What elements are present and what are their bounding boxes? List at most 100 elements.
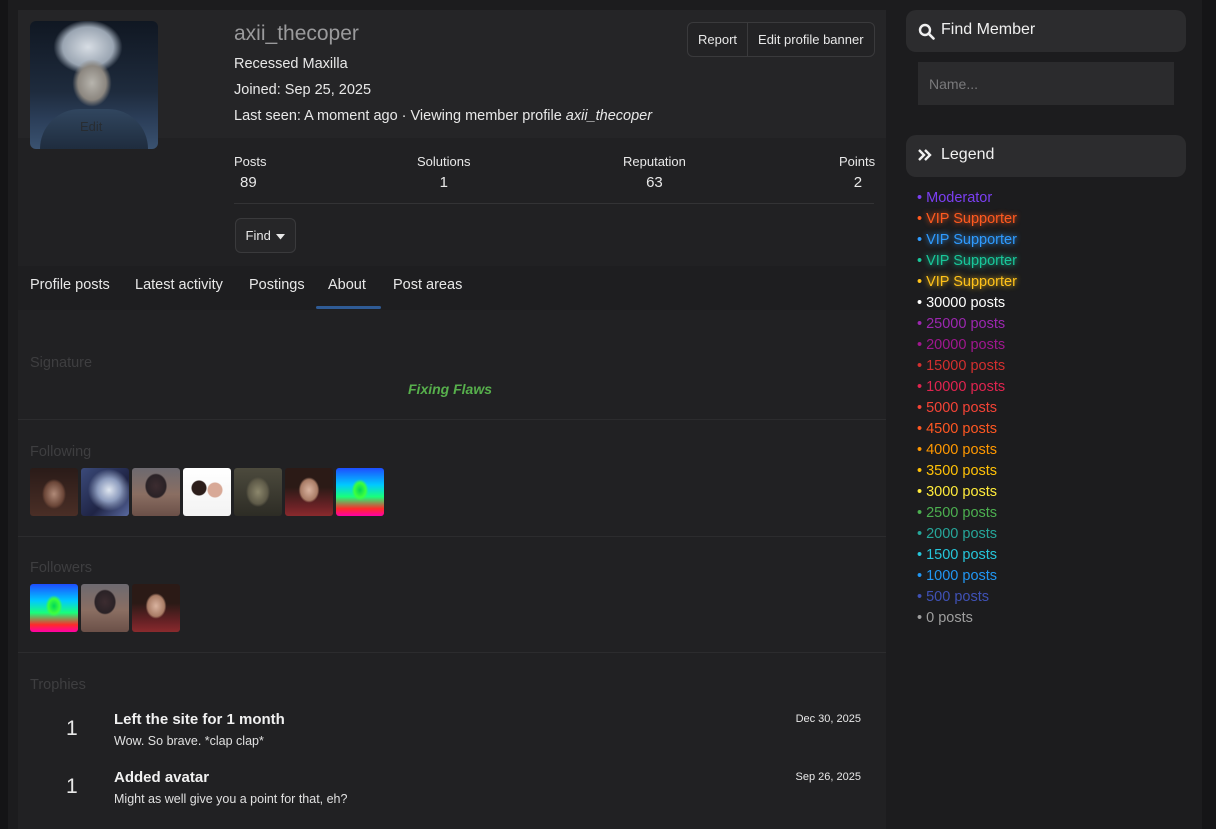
- search-icon: [918, 23, 935, 40]
- section-divider: [18, 536, 886, 537]
- legend-bullet: •: [917, 505, 927, 521]
- legend-bullet: •: [917, 337, 927, 353]
- legend-label: 0 posts: [926, 610, 973, 626]
- legend-item: • 20000 posts: [917, 335, 1017, 356]
- following-label: Following: [30, 444, 92, 460]
- stat-points[interactable]: Points 2: [839, 154, 875, 191]
- legend-item: • 30000 posts: [917, 293, 1017, 314]
- stat-solutions[interactable]: Solutions 1: [417, 154, 470, 191]
- legend-label: 15000 posts: [926, 358, 1006, 374]
- legend-label: 2500 posts: [926, 505, 998, 521]
- tab-latest-activity[interactable]: Latest activity: [135, 277, 223, 293]
- legend-bullet: •: [917, 568, 927, 584]
- follower-avatar[interactable]: [132, 584, 180, 632]
- legend-bullet: •: [917, 358, 927, 374]
- stat-posts[interactable]: Posts 89: [234, 154, 267, 191]
- profile-tabs: Profile posts Latest activity Postings A…: [18, 266, 886, 310]
- legend-label: 3000 posts: [926, 484, 998, 500]
- legend-bullet: •: [917, 589, 927, 605]
- legend-label: 10000 posts: [926, 379, 1006, 395]
- stat-label: Points: [839, 154, 876, 169]
- group-legend-list: • Moderator • VIP Supporter • VIP Supporte…: [917, 188, 1017, 629]
- trophy-points: 1: [66, 775, 78, 798]
- legend-label: 5000 posts: [926, 400, 998, 416]
- tab-about[interactable]: About: [328, 277, 366, 293]
- legend-bullet: •: [917, 190, 927, 206]
- member-stats: Posts 89 Solutions 1 Reputation 63 Point…: [234, 154, 875, 204]
- legend-bullet: •: [917, 400, 927, 416]
- legend-item: • 25000 posts: [917, 314, 1017, 335]
- stat-label: Posts: [234, 154, 267, 169]
- legend-label: 1500 posts: [926, 547, 998, 563]
- legend-bullet: •: [917, 295, 927, 311]
- legend-item: • VIP Supporter: [917, 230, 1017, 251]
- following-avatar[interactable]: [30, 468, 78, 516]
- following-avatar[interactable]: [234, 468, 282, 516]
- legend-bullet: •: [917, 610, 927, 626]
- legend-label: 30000 posts: [926, 295, 1006, 311]
- legend-item: • 3000 posts: [917, 482, 1017, 503]
- profile-action-buttons: Report Edit profile banner: [687, 22, 875, 57]
- trophy-points: 1: [66, 717, 78, 740]
- following-avatar[interactable]: [285, 468, 333, 516]
- stat-value: 89: [240, 174, 257, 191]
- legend-label: 2000 posts: [926, 526, 998, 542]
- legend-item: • VIP Supporter: [917, 251, 1017, 272]
- trophy-date: Sep 26, 2025: [795, 771, 861, 783]
- follower-avatar[interactable]: [81, 584, 129, 632]
- legend-item: • 500 posts: [917, 587, 1017, 608]
- profile-main: Edit axii_thecoper Recessed Maxilla Join…: [18, 10, 886, 829]
- find-label: Find: [245, 228, 271, 243]
- legend-item: • 1000 posts: [917, 566, 1017, 587]
- stat-value: 63: [646, 174, 663, 191]
- signature-text: Fixing Flaws: [408, 381, 493, 397]
- legend-bullet: •: [917, 232, 927, 248]
- caret-down-icon: [276, 233, 286, 240]
- legend-bullet: •: [917, 526, 927, 542]
- legend-bullet: •: [917, 421, 927, 437]
- last-seen: Last seen: A moment ago · Viewing member…: [234, 108, 652, 124]
- edit-profile-banner-button[interactable]: Edit profile banner: [747, 23, 874, 56]
- find-menu-button[interactable]: Find: [235, 218, 296, 253]
- legend-item: • VIP Supporter: [917, 272, 1017, 293]
- page-scrollbar-track[interactable]: [1202, 0, 1216, 829]
- legend-label: VIP Supporter: [926, 211, 1017, 227]
- legend-bullet: •: [917, 253, 927, 269]
- legend-label: Moderator: [926, 190, 993, 206]
- legend-label: 20000 posts: [926, 337, 1006, 353]
- avatar-edit-label[interactable]: Edit: [80, 119, 102, 134]
- trophies-label: Trophies: [30, 677, 86, 693]
- tab-profile-posts[interactable]: Profile posts: [30, 277, 110, 293]
- stat-value: 2: [853, 174, 863, 191]
- last-seen-target: axii_thecoper: [565, 108, 653, 124]
- legend-item: • 0 posts: [917, 608, 1017, 629]
- legend-label: 25000 posts: [926, 316, 1006, 332]
- username: axii_thecoper: [234, 22, 359, 45]
- tab-post-areas[interactable]: Post areas: [393, 277, 462, 293]
- legend-bullet: •: [917, 463, 927, 479]
- legend-bullet: •: [917, 547, 927, 563]
- trophy-date: Dec 30, 2025: [795, 713, 861, 725]
- follower-avatar[interactable]: [30, 584, 78, 632]
- legend-item: • 4500 posts: [917, 419, 1017, 440]
- tab-postings[interactable]: Postings: [249, 277, 305, 293]
- following-avatar[interactable]: [81, 468, 129, 516]
- legend-item: • 2000 posts: [917, 524, 1017, 545]
- double-chevron-right-icon: [918, 149, 932, 161]
- following-avatar[interactable]: [183, 468, 231, 516]
- following-avatar[interactable]: [132, 468, 180, 516]
- user-title: Recessed Maxilla: [234, 56, 348, 72]
- legend-label: 4500 posts: [926, 421, 998, 437]
- last-seen-text: Last seen: A moment ago · Viewing member…: [234, 108, 566, 124]
- trophy-title: Added avatar: [114, 769, 210, 786]
- report-button[interactable]: Report: [688, 23, 747, 56]
- legend-label: VIP Supporter: [926, 274, 1017, 290]
- stat-reputation[interactable]: Reputation 63: [623, 154, 686, 191]
- legend-bullet: •: [917, 274, 927, 290]
- legend-bullet: •: [917, 484, 927, 500]
- legend-item: • 4000 posts: [917, 440, 1017, 461]
- following-avatar[interactable]: [336, 468, 384, 516]
- followers-list: [30, 584, 180, 632]
- avatar[interactable]: Edit: [30, 21, 158, 149]
- member-name-input[interactable]: [918, 62, 1174, 105]
